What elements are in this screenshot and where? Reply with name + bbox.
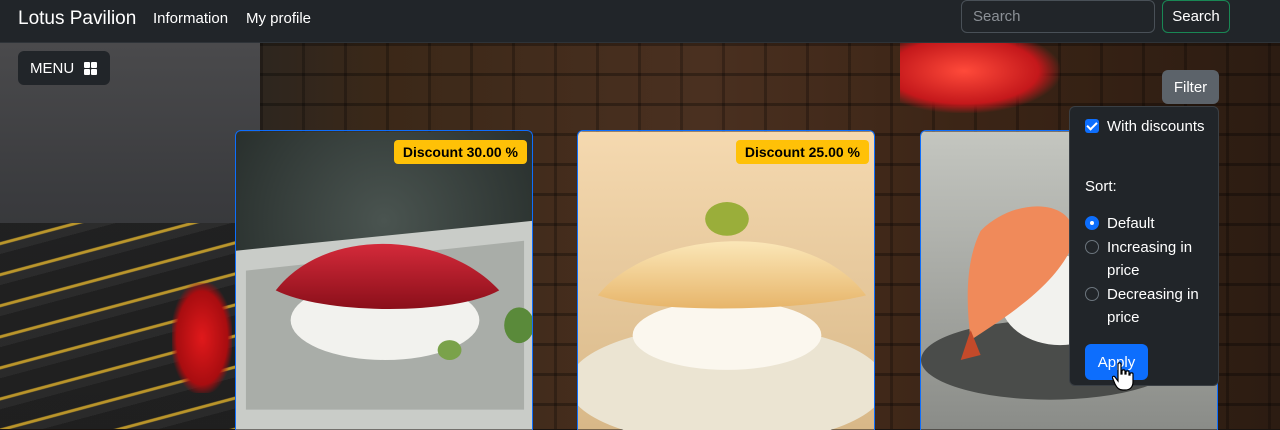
discount-badge: Discount 30.00 % [393,140,527,164]
sort-decreasing-radio[interactable] [1085,287,1099,301]
brand-link[interactable]: Lotus Pavilion [18,8,136,30]
sort-default-label: Default [1107,215,1155,232]
sort-default-radio[interactable] [1085,216,1099,230]
filter-dropdown: With discounts Sort: Default Increasing … [1069,106,1219,386]
nav-link-my-profile[interactable]: My profile [246,10,311,27]
product-card[interactable]: Discount 30.00 % [235,130,533,430]
menu-button[interactable]: MENU [18,51,110,85]
background-maple-leaves [900,43,1060,113]
menu-label: MENU [30,59,75,77]
product-card[interactable]: Discount 25.00 % [577,130,875,430]
search-input[interactable] [961,0,1155,33]
tuna-nigiri-image [236,131,532,430]
sort-increasing-radio[interactable] [1085,240,1099,254]
discount-badge: Discount 25.00 % [735,140,869,164]
background-sculpture [172,283,232,393]
nav-link-information[interactable]: Information [153,10,228,27]
navbar: Lotus Pavilion Information My profile Se… [0,0,1280,43]
search-button[interactable]: Search [1162,0,1230,33]
grid-icon [84,61,98,75]
with-discounts-checkbox[interactable] [1085,119,1099,133]
sort-decreasing-label: Decreasing in price [1107,286,1199,326]
filter-button[interactable]: Filter [1162,70,1219,104]
hand-cursor-icon [1112,362,1134,391]
sort-increasing-label: Increasing in price [1107,239,1193,279]
yellowtail-nigiri-image [578,131,874,430]
sort-label: Sort: [1085,178,1117,195]
with-discounts-label: With discounts [1107,118,1205,135]
